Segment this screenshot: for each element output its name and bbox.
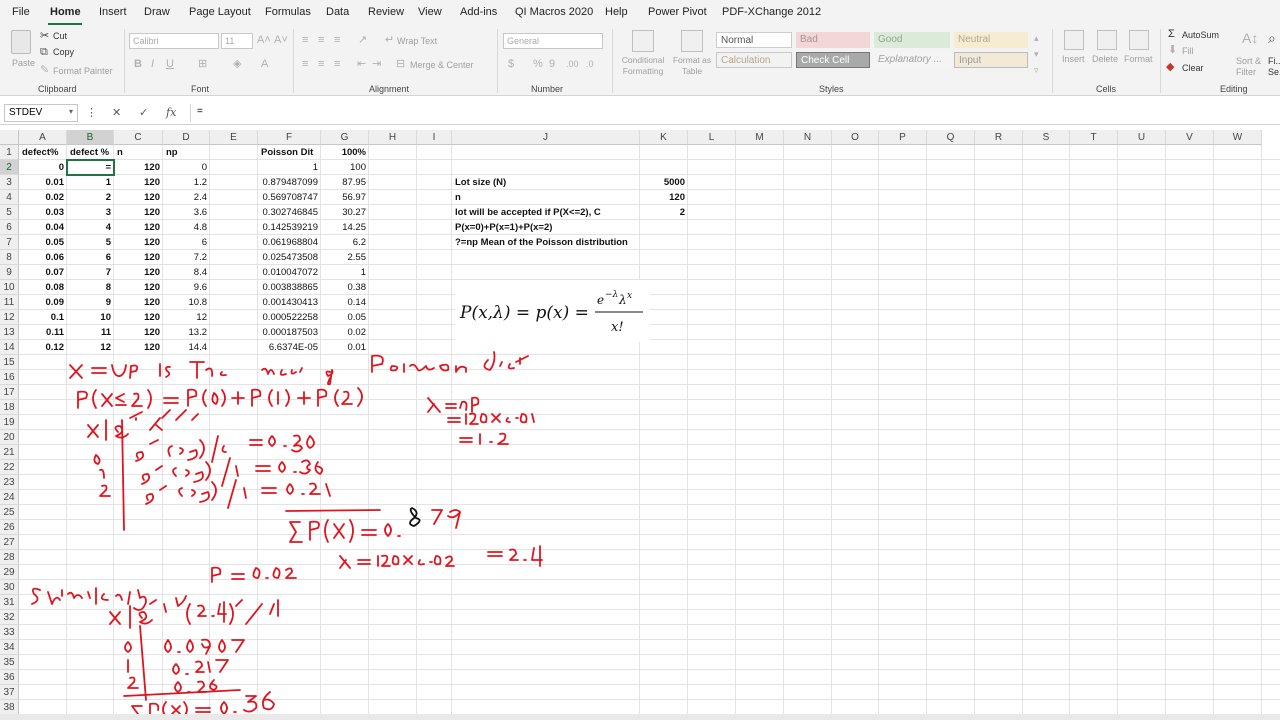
handwritten-annotations <box>31 351 543 717</box>
excel-window: File Home Insert Draw Page Layout Formul… <box>0 0 1280 720</box>
horizontal-scrollbar[interactable] <box>0 714 1280 720</box>
